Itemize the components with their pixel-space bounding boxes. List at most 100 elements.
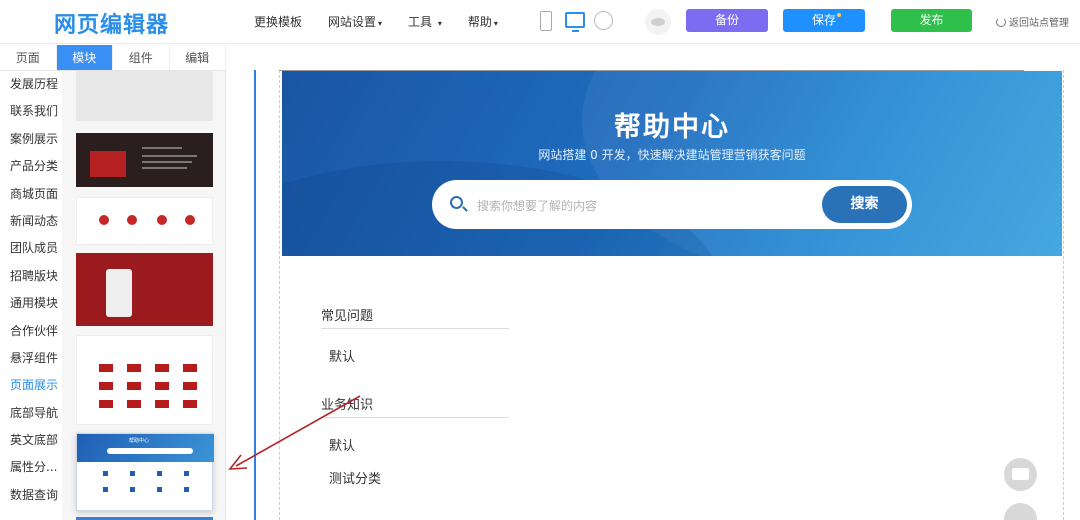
module-thumbnail[interactable] [76,133,213,187]
thumb-cell [127,364,141,372]
category-item[interactable]: 团队成员 [0,235,62,262]
category-item[interactable]: 案例展示 [0,126,62,153]
thumb-icon [130,471,135,476]
search-button[interactable]: 搜索 [822,186,907,223]
thumb-cell [155,400,169,408]
thumb-line [142,167,187,169]
thumb-cell [155,382,169,390]
tab-edit[interactable]: 编辑 [170,45,226,70]
menu-change-template[interactable]: 更换模板 [254,13,302,30]
thumb-cell [99,400,113,408]
unsaved-dot [837,13,841,17]
hero-subtitle: 网站搭建 0 开发，快速解决建站管理营销获客问题 [538,148,806,162]
menu-site-settings[interactable]: 网站设置 ▾ [328,13,382,30]
back-link-label: 返回站点管理 [1009,18,1069,29]
thumb-line [142,147,182,149]
section-divider [321,328,509,329]
thumb-icon [157,471,162,476]
thumb-icon [130,487,135,492]
thumb-dot [185,215,195,225]
link-icon[interactable] [594,11,613,30]
thumb-dot [157,215,167,225]
top-toolbar: 网页编辑器 更换模板 网站设置 ▾ 工具 ▾ 帮助 ▾ 备份 保存 发布 返回站点管… [0,0,1080,44]
category-item[interactable]: 商城页面 [0,181,62,208]
module-thumbnail-help-center[interactable]: 帮助中心 [76,433,214,511]
module-thumbnail-list: 帮助中心 [62,71,226,520]
menu-label: 工具 [408,15,433,29]
thumb-icon [157,487,162,492]
category-item[interactable]: 发展历程 [0,71,62,98]
help-center-hero[interactable]: 帮助中心 网站搭建 0 开发，快速解决建站管理营销获客问题 搜索你想要了解的内容… [282,71,1062,256]
category-item[interactable]: 属性分... [0,454,62,481]
menu-label: 帮助 [467,15,492,29]
menu-label: 更换模板 [254,15,303,29]
tab-module[interactable]: 模块 [56,45,113,70]
module-category-list: 发展历程 联系我们 案例展示 产品分类 商城页面 新闻动态 团队成员 招聘版块 … [0,71,62,520]
sidebar-tabs: 页面 模块 组件 编辑 [0,45,226,71]
save-button[interactable]: 保存 [783,9,865,32]
category-item[interactable]: 新闻动态 [0,208,62,235]
hero-title: 帮助中心 [614,112,730,143]
faq-item-default[interactable]: 默认 [329,346,355,365]
thumb-dot [99,215,109,225]
thumb-cell [183,364,197,372]
canvas-guide-line [254,70,256,520]
category-item[interactable]: 联系我们 [0,98,62,125]
thumb-image [90,151,126,177]
tab-component[interactable]: 组件 [113,45,170,70]
thumb-searchbar [107,448,193,454]
thumb-dot [127,215,137,225]
thumb-icon [103,487,108,492]
app-logo: 网页编辑器 [54,13,170,38]
module-thumbnail[interactable] [76,335,213,425]
canvas-dashed-guide [279,70,280,520]
thumb-cell [155,364,169,372]
thumb-cell [127,382,141,390]
thumb-line [142,155,197,157]
category-item[interactable]: 悬浮组件 [0,345,62,372]
category-item[interactable]: 招聘版块 [0,263,62,290]
chevron-down-icon: ▾ [493,19,498,28]
menu-tools[interactable]: 工具 ▾ [408,13,442,30]
chevron-down-icon: ▾ [378,19,383,28]
search-input[interactable]: 搜索你想要了解的内容 [477,197,597,214]
tab-page[interactable]: 页面 [0,45,57,70]
module-thumbnail[interactable] [76,197,213,245]
thumb-title: 帮助中心 [129,438,150,444]
menu-label: 网站设置 [328,15,377,29]
thumb-icon [184,487,189,492]
business-item-test-category[interactable]: 测试分类 [329,468,381,487]
thumb-phone [106,269,132,317]
category-item[interactable]: 英文底部 [0,427,62,454]
publish-button[interactable]: 发布 [891,9,972,32]
back-to-site-manage-link[interactable]: 返回站点管理 [996,14,1069,29]
chevron-down-icon: ▾ [437,19,442,28]
category-item[interactable]: 底部导航 [0,400,62,427]
module-thumbnail[interactable] [76,71,213,121]
help-search-bar: 搜索你想要了解的内容 搜索 [432,180,912,229]
category-item[interactable]: 合作伙伴 [0,318,62,345]
backup-button[interactable]: 备份 [686,9,768,32]
desktop-view-icon[interactable] [565,12,585,32]
thumb-cell [183,382,197,390]
section-heading-business: 业务知识 [321,398,374,413]
thumb-line [142,161,192,163]
thumb-cell [99,382,113,390]
category-item[interactable]: 产品分类 [0,153,62,180]
section-heading-faq: 常见问题 [321,309,374,324]
section-divider [321,417,509,418]
business-item-default[interactable]: 默认 [329,435,355,454]
thumb-cell [127,400,141,408]
module-thumbnail[interactable] [76,253,213,326]
chat-icon [1012,468,1029,480]
category-item[interactable]: 数据查询 [0,482,62,509]
canvas-dashed-guide [1063,70,1064,520]
save-label: 保存 [811,13,836,27]
preview-eye-icon[interactable] [645,9,671,35]
chat-float-button[interactable] [1004,458,1037,491]
category-item[interactable]: 通用模块 [0,290,62,317]
thumb-cell [99,364,113,372]
category-item-active[interactable]: 页面展示 [0,372,62,399]
mobile-view-icon[interactable] [540,11,552,31]
menu-help[interactable]: 帮助 ▾ [468,13,498,30]
